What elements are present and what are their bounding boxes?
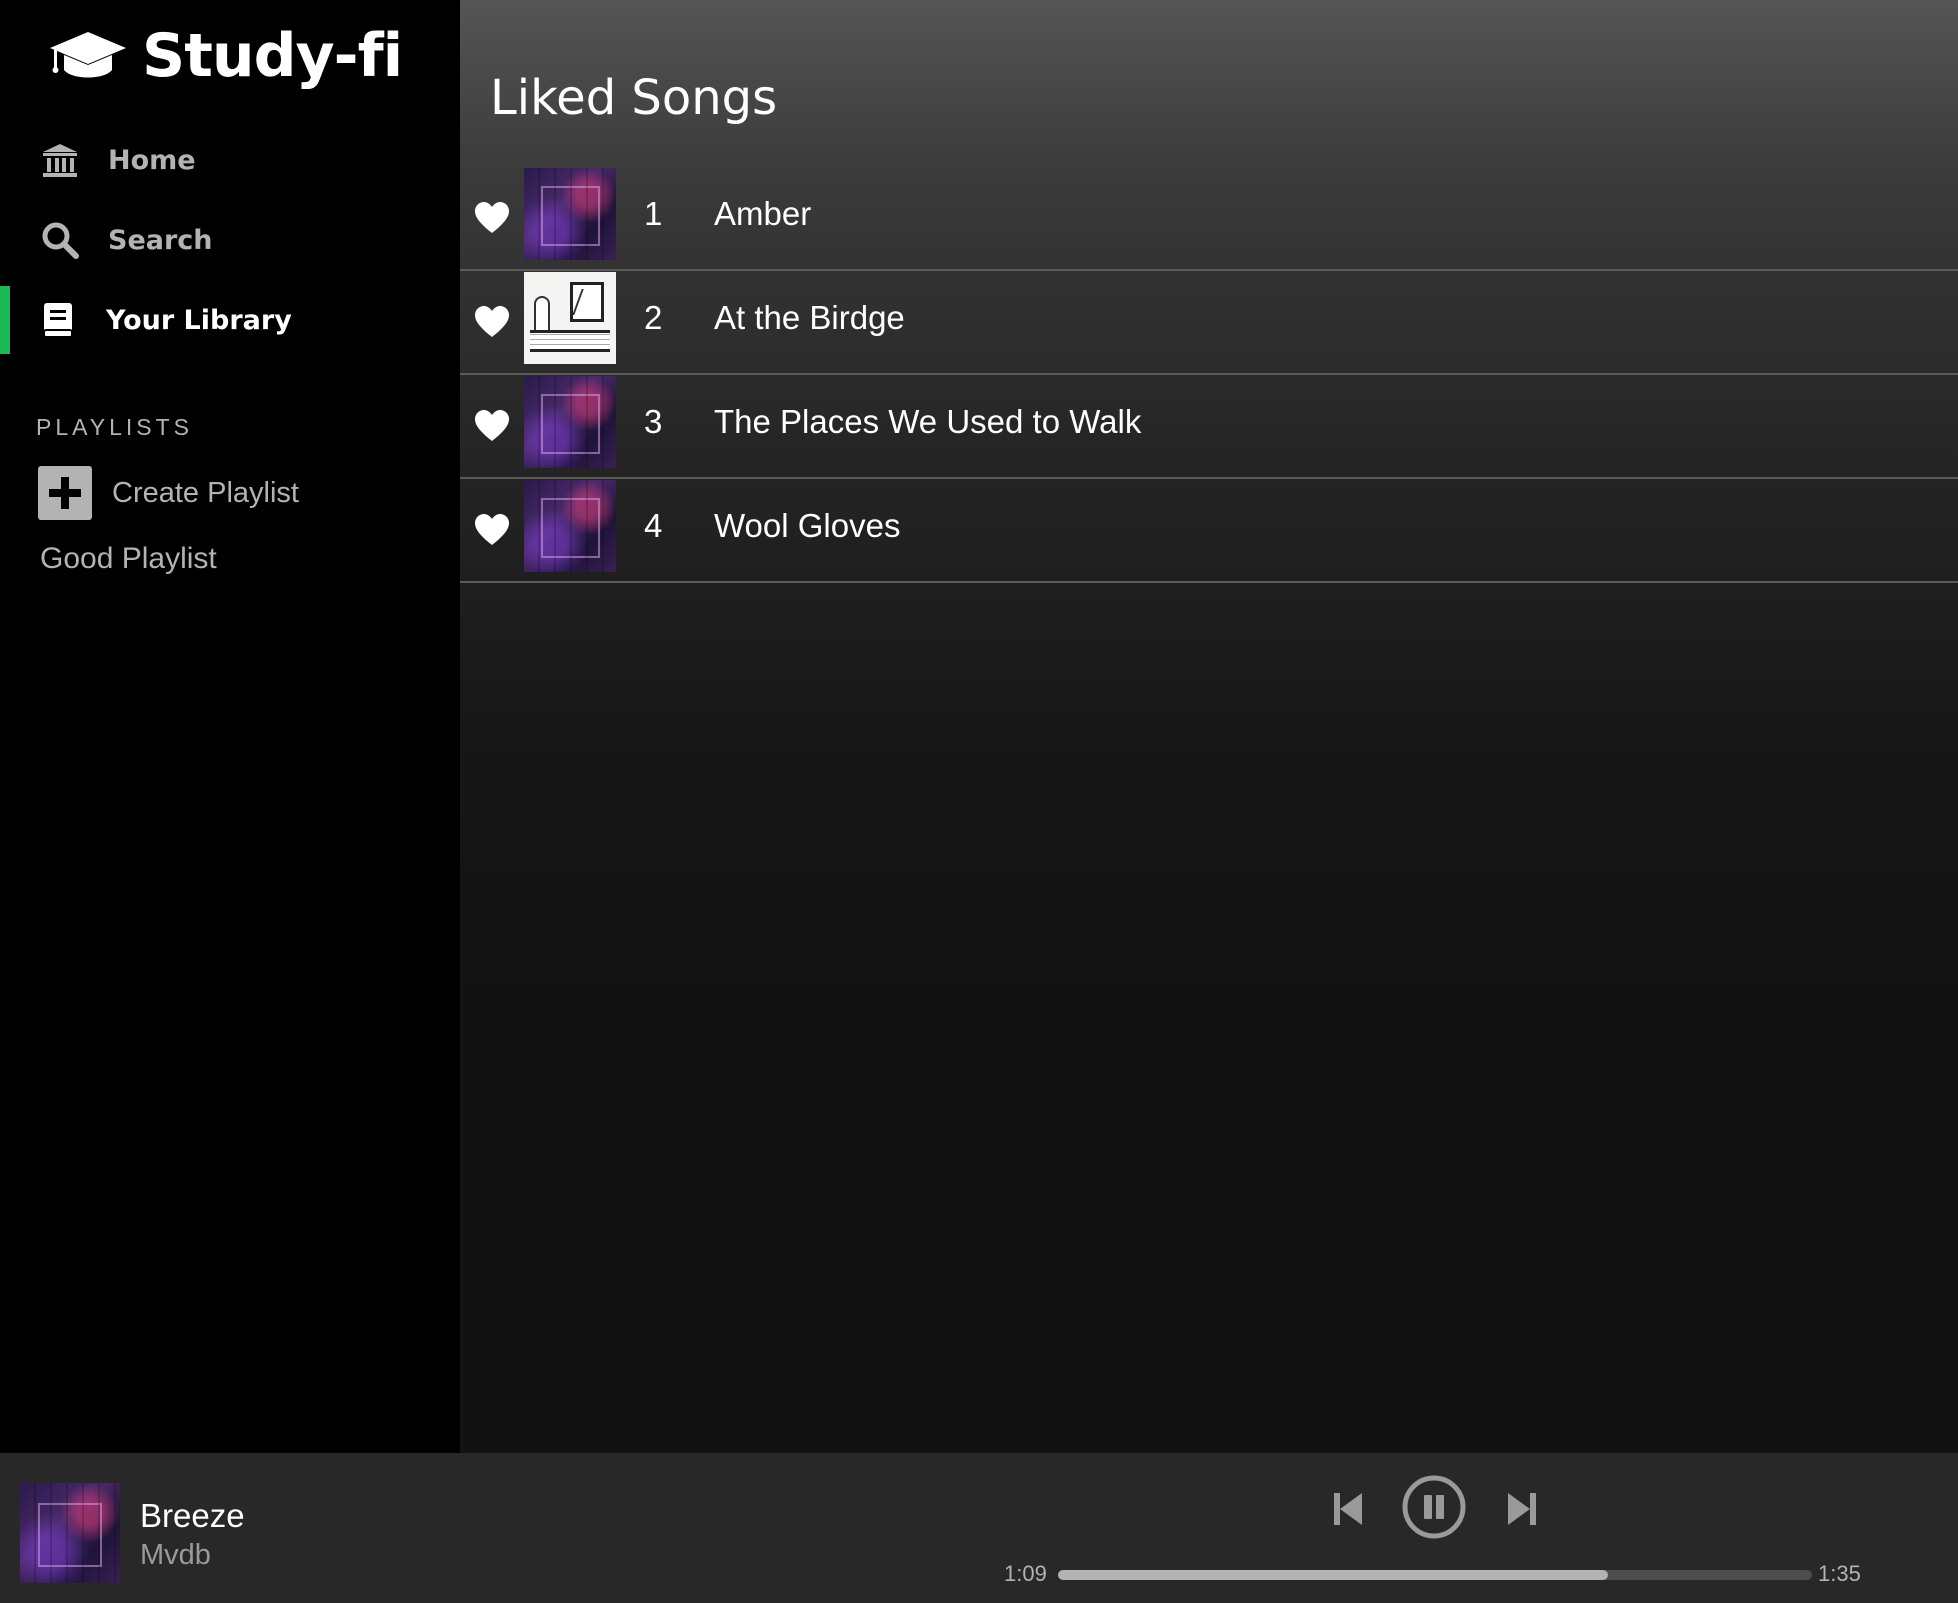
nav-search[interactable]: Search [0, 204, 460, 276]
nav-your-library-label: Your Library [106, 304, 292, 336]
app-window: Study-fi Home Search Your Library PLAYLI… [0, 0, 1958, 1603]
search-icon [42, 222, 79, 259]
progress-fill [1058, 1570, 1609, 1580]
now-playing-album-art [20, 1483, 120, 1583]
album-art [524, 168, 616, 260]
track-number: 2 [644, 299, 663, 336]
main-content: Liked Songs 1 Amber 2 At the Birdge 3 Th… [460, 0, 1958, 1453]
song-row[interactable]: 3 The Places We Used to Walk [460, 375, 1958, 479]
song-list: 1 Amber 2 At the Birdge 3 The Places We … [460, 167, 1958, 583]
brand-logo[interactable]: Study-fi [48, 20, 403, 92]
track-title[interactable]: Amber [714, 195, 811, 233]
heart-icon[interactable] [474, 409, 510, 443]
heart-icon[interactable] [474, 305, 510, 339]
nav-home-label: Home [108, 144, 196, 176]
heart-icon[interactable] [474, 201, 510, 235]
bed-drawing [530, 330, 610, 352]
plus-icon [38, 466, 92, 520]
pause-icon[interactable] [1402, 1475, 1466, 1539]
track-number: 1 [644, 195, 663, 232]
track-title[interactable]: At the Birdge [714, 299, 905, 337]
track-title[interactable]: The Places We Used to Walk [714, 403, 1141, 441]
book-icon [43, 303, 73, 338]
bank-icon [43, 144, 77, 177]
track-number: 4 [644, 507, 663, 544]
graduation-cap-icon [50, 32, 126, 78]
playlists-heading: PLAYLISTS [36, 414, 194, 440]
window-drawing [570, 282, 604, 322]
playlist-item[interactable]: Good Playlist [40, 542, 217, 576]
person-drawing [534, 296, 550, 332]
total-time: 1:35 [1818, 1561, 1861, 1586]
now-playing-title[interactable]: Breeze [140, 1497, 245, 1535]
song-row[interactable]: 4 Wool Gloves [460, 479, 1958, 583]
page-title: Liked Songs [490, 70, 778, 126]
track-number: 3 [644, 403, 663, 440]
sidebar: Study-fi Home Search Your Library PLAYLI… [0, 0, 460, 1453]
create-playlist-button[interactable]: Create Playlist [38, 466, 299, 520]
current-time: 1:09 [1004, 1561, 1047, 1586]
progress-bar[interactable] [1058, 1570, 1812, 1580]
nav-your-library[interactable]: Your Library [0, 284, 460, 356]
song-row[interactable]: 1 Amber [460, 167, 1958, 271]
app-name: Study-fi [142, 21, 403, 91]
nav-home[interactable]: Home [0, 124, 460, 196]
song-row[interactable]: 2 At the Birdge [460, 271, 1958, 375]
album-art [524, 376, 616, 468]
create-playlist-label: Create Playlist [112, 476, 299, 509]
album-art [524, 480, 616, 572]
player-bar: Breeze Mvdb 1:09 1:35 [0, 1453, 1958, 1603]
track-title[interactable]: Wool Gloves [714, 507, 900, 545]
heart-icon[interactable] [474, 513, 510, 547]
now-playing-artist[interactable]: Mvdb [140, 1539, 211, 1572]
skip-previous-icon[interactable] [1330, 1489, 1366, 1529]
active-indicator [0, 286, 10, 354]
nav-search-label: Search [108, 224, 213, 256]
skip-next-icon[interactable] [1504, 1489, 1540, 1529]
album-art [524, 272, 616, 364]
